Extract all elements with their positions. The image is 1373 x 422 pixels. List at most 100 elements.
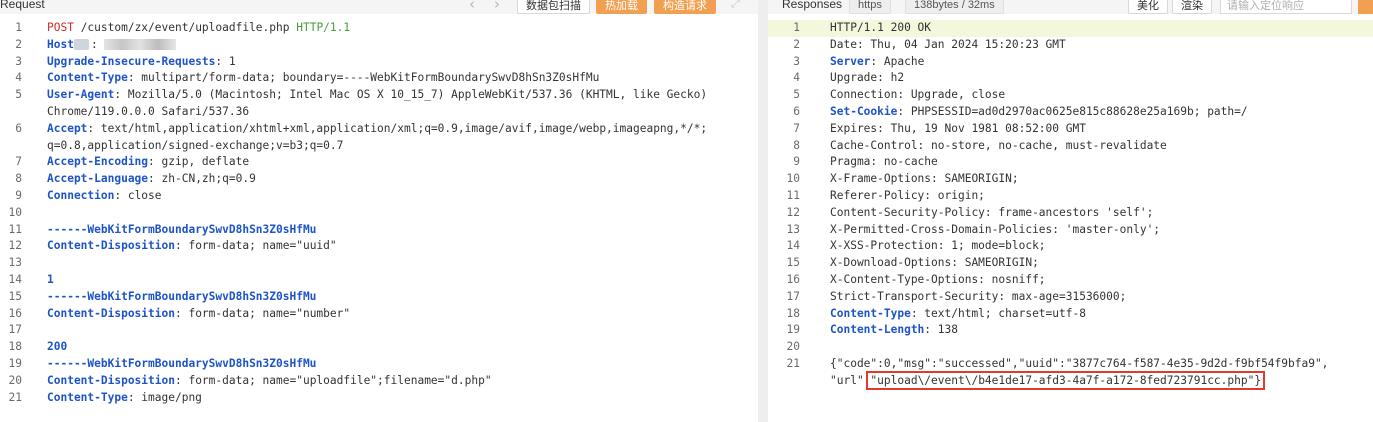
line-number: 6	[15, 121, 22, 135]
request-title: Request	[0, 0, 45, 11]
code-token: Upgrade: h2	[830, 71, 905, 85]
code-token: : close	[114, 188, 162, 202]
code-token: : Apache	[870, 54, 925, 68]
request-code-editor[interactable]: 1 POST /custom/zx/event/uploadfile.php HT…	[0, 20, 758, 406]
line-content: X-XSS-Protection: 1; mode=block;	[830, 238, 1046, 255]
line-content: X-Permitted-Cross-Domain-Policies: 'mast…	[830, 222, 1160, 239]
response-code-line: 9 Pragma: no-cache	[768, 154, 1373, 171]
response-code-line: 11 Referer-Policy: origin;	[768, 188, 1373, 205]
line-number: 7	[15, 155, 22, 169]
code-token: Content-Type	[47, 390, 128, 404]
code-token: : PHPSESSID=ad0d2970ac0625e815c88628e25a…	[897, 104, 1248, 118]
line-content: Content-Disposition: form-data; name="uu…	[47, 238, 337, 255]
request-code-line: 3 Upgrade-Insecure-Requests: 1	[0, 54, 758, 71]
response-code-line: 13 X-Permitted-Cross-Domain-Policies: 'ma…	[768, 222, 1373, 239]
code-token: Accept	[47, 121, 88, 135]
code-token: : 1	[215, 54, 236, 68]
line-content: Pragma: no-cache	[830, 154, 938, 171]
response-search-input[interactable]	[1220, 0, 1352, 14]
response-code-line: 10 X-Frame-Options: SAMEORIGIN;	[768, 171, 1373, 188]
response-code-line: 18 Content-Type: text/html; charset=utf-8	[768, 306, 1373, 323]
response-code-line: 16 X-Content-Type-Options: nosniff;	[768, 272, 1373, 289]
code-token: ------WebKitFormBoundarySwvD8hSn3Z0sHfMu	[47, 289, 317, 303]
line-number: 18	[8, 340, 22, 354]
line-content: Content-Security-Policy: frame-ancestors…	[830, 205, 1153, 222]
line-content: "url":"upload\/event\/b4e1de17-afd3-4a7f…	[830, 370, 1266, 390]
code-token: Connection	[47, 188, 115, 202]
line-content: Chrome/119.0.0.0 Safari/537.36	[47, 104, 249, 121]
line-number: 3	[793, 54, 800, 68]
line-number: 17	[786, 289, 800, 303]
line-number: 6	[793, 104, 800, 118]
request-code-line: 13	[0, 255, 758, 272]
line-number: 5	[793, 88, 800, 102]
line-number: 7	[793, 121, 800, 135]
request-code-line: 21 Content-Type: image/png	[0, 390, 758, 407]
request-code-line: 20 Content-Disposition: form-data; name="…	[0, 373, 758, 390]
line-number: 3	[15, 54, 22, 68]
chevron-right-icon[interactable]: ›	[494, 0, 500, 13]
code-token: Content-Security-Policy: frame-ancestors…	[830, 205, 1154, 219]
line-content: ------WebKitFormBoundarySwvD8hSn3Z0sHfMu	[47, 356, 316, 373]
expand-icon[interactable]: ⤢	[731, 0, 740, 11]
response-code-line: 6 Set-Cookie: PHPSESSID=ad0d2970ac0625e81…	[768, 104, 1373, 121]
packet-scan-button[interactable]: 数据包扫描	[517, 0, 590, 14]
code-token: {"code":0,"msg":"successed","uuid":"3877…	[830, 356, 1329, 370]
code-token: 200	[47, 340, 68, 354]
line-content: Connection: Upgrade, close	[830, 87, 1005, 104]
request-code-line: 12 Content-Disposition: form-data; name="…	[0, 238, 758, 255]
line-content: Date: Thu, 04 Jan 2024 15:20:23 GMT	[830, 37, 1066, 54]
code-token: X-Frame-Options: SAMEORIGIN;	[830, 172, 1019, 186]
code-token: Referer-Policy: origin;	[830, 188, 985, 202]
line-content: Connection: close	[47, 188, 162, 205]
line-content: Content-Disposition: form-data; name="nu…	[47, 306, 350, 323]
hot-load-button[interactable]: 热加载	[596, 0, 647, 14]
request-code-line: 5 User-Agent: Mozilla/5.0 (Macintosh; Int…	[0, 87, 758, 104]
request-code-line: 4 Content-Type: multipart/form-data; boun…	[0, 70, 758, 87]
line-number: 15	[786, 256, 800, 270]
request-panel: Request ‹ › 数据包扫描 热加载 构造请求 ⤢ 1 POST /cust…	[0, 0, 758, 422]
code-token: X-Content-Type-Options: nosniff;	[830, 272, 1046, 286]
line-number: 21	[8, 390, 22, 404]
pane-splitter[interactable]	[758, 0, 768, 422]
request-code-line: 19 ------WebKitFormBoundarySwvD8hSn3Z0sHf…	[0, 356, 758, 373]
response-code-line: 8 Cache-Control: no-store, no-cache, must…	[768, 138, 1373, 155]
search-icon[interactable]	[1358, 0, 1373, 14]
code-token: Server	[830, 54, 871, 68]
code-token: /custom/zx/event/uploadfile.php	[73, 21, 297, 34]
code-token: Pragma: no-cache	[830, 155, 938, 169]
response-code-line: 1 HTTP/1.1 200 OK	[768, 20, 1373, 37]
code-token: Accept-Language	[47, 172, 149, 186]
line-content: ------WebKitFormBoundarySwvD8hSn3Z0sHfMu	[47, 289, 316, 306]
line-content: Upgrade-Insecure-Requests: 1	[47, 54, 236, 71]
chevron-left-icon[interactable]: ‹	[469, 0, 475, 13]
line-content: Content-Type: image/png	[47, 390, 202, 407]
response-code-line: 7 Expires: Thu, 19 Nov 1981 08:52:00 GMT	[768, 121, 1373, 138]
line-content: Strict-Transport-Security: max-age=31536…	[830, 289, 1126, 306]
line-number: 20	[8, 373, 22, 387]
line-number: 8	[793, 138, 800, 152]
line-content: User-Agent: Mozilla/5.0 (Macintosh; Inte…	[47, 87, 707, 104]
request-code-line: 6 Accept: text/html,application/xhtml+xml…	[0, 121, 758, 138]
line-content: Content-Type: text/html; charset=utf-8	[830, 306, 1086, 323]
request-code-line: 18 200	[0, 339, 758, 356]
build-request-button[interactable]: 构造请求	[654, 0, 716, 14]
render-button[interactable]: 渲染	[1172, 0, 1212, 14]
beautify-button[interactable]: 美化	[1128, 0, 1168, 14]
line-content: Accept-Language: zh-CN,zh;q=0.9	[47, 171, 256, 188]
line-content: Accept-Encoding: gzip, deflate	[47, 154, 249, 171]
request-code-line: 7 Accept-Encoding: gzip, deflate	[0, 154, 758, 171]
line-number: 21	[786, 356, 800, 370]
code-token: : text/html; charset=utf-8	[910, 306, 1086, 320]
request-code-line: 1 POST /custom/zx/event/uploadfile.php HT…	[0, 20, 758, 37]
redacted-block	[73, 39, 89, 51]
response-code-line: "url":"upload\/event\/b4e1de17-afd3-4a7f…	[768, 370, 1373, 390]
response-code-line: 4 Upgrade: h2	[768, 70, 1373, 87]
line-number: 18	[786, 306, 800, 320]
line-number: 10	[786, 172, 800, 186]
response-panel: Responses https 138bytes / 32ms 美化 渲染 1 H…	[768, 0, 1373, 422]
line-content: 1	[47, 272, 54, 289]
response-code-viewer: 1 HTTP/1.1 200 OK 2 Date: Thu, 04 Jan 2024 …	[768, 20, 1373, 390]
line-number: 11	[8, 222, 22, 236]
request-code-line: 16 Content-Disposition: form-data; name="…	[0, 306, 758, 323]
